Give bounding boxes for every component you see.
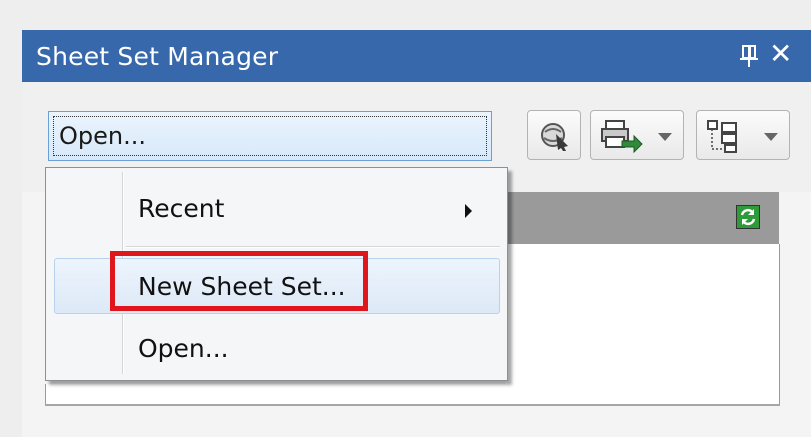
menu-item-label: Open... [138,334,229,363]
sheet-set-details-button[interactable] [527,110,581,160]
menu-item-open[interactable]: Open... [46,320,507,376]
model-views-icon [707,120,737,153]
refresh-icon[interactable] [736,205,760,229]
model-views-button[interactable] [696,110,790,160]
publish-icon [601,120,643,153]
menu-separator [126,246,500,248]
publish-button[interactable] [590,110,684,160]
palette-title: Sheet Set Manager [36,42,279,71]
menu-item-recent[interactable]: Recent [46,180,507,236]
palette-title-bar[interactable]: Sheet Set Manager ✕ [22,30,811,82]
sheet-set-details-icon [541,123,568,151]
close-icon[interactable]: ✕ [769,39,792,69]
sheet-list-area-left [45,384,506,406]
open-combo-box[interactable]: Open... [48,111,492,161]
chevron-down-icon [764,133,778,141]
highlight-callout-box [110,251,368,311]
open-combo-value: Open... [59,122,146,150]
chevron-down-icon [658,133,672,141]
submenu-arrow-icon [465,204,472,218]
pin-icon[interactable] [739,44,759,68]
palette-bottom-edge [45,404,780,406]
sheet-list-area[interactable] [505,244,780,404]
menu-item-label: Recent [138,194,225,223]
